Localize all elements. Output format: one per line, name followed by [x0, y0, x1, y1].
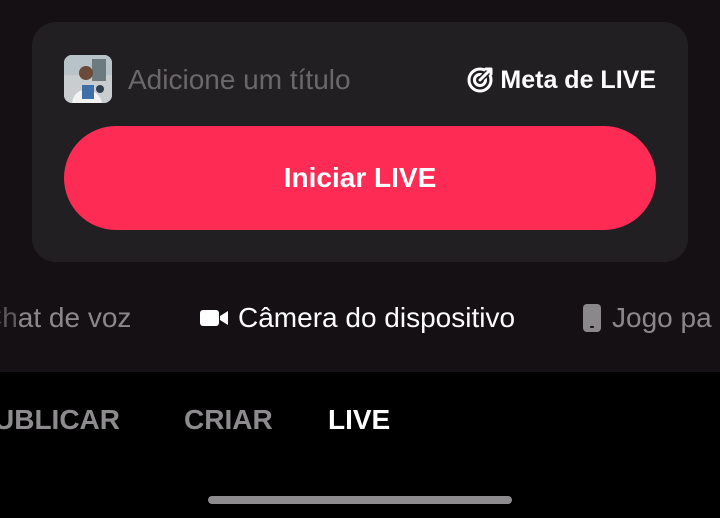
- mode-device-camera[interactable]: Câmera do dispositivo: [200, 290, 515, 346]
- start-live-label: Iniciar LIVE: [283, 162, 437, 193]
- start-live-button[interactable]: Iniciar LIVE: [64, 126, 656, 230]
- mode-device-camera-label: Câmera do dispositivo: [238, 302, 516, 333]
- tab-create[interactable]: CRIAR: [184, 400, 273, 440]
- mode-voice-chat[interactable]: Chat de voz: [0, 290, 131, 346]
- live-goal-button[interactable]: Meta de LIVE: [466, 62, 656, 98]
- tab-live[interactable]: LIVE: [328, 400, 390, 440]
- video-camera-icon: [200, 310, 228, 326]
- avatar[interactable]: [64, 55, 112, 103]
- tab-publish[interactable]: UBLICAR: [0, 400, 120, 440]
- mode-mobile-game[interactable]: Jogo pa: [582, 290, 712, 346]
- mode-mobile-game-label: Jogo pa: [612, 302, 712, 333]
- target-icon: [467, 67, 493, 93]
- bottom-tab-bar: UBLICAR CRIAR LIVE: [0, 372, 720, 518]
- live-mode-selector: Chat de voz Câmera do dispositivo Jogo p…: [0, 290, 720, 346]
- phone-icon: [583, 304, 601, 332]
- home-indicator[interactable]: [208, 496, 512, 504]
- live-setup-card: Meta de LIVE Iniciar LIVE: [32, 22, 688, 262]
- live-setup-area: Meta de LIVE Iniciar LIVE Chat de voz Câ…: [0, 0, 720, 372]
- avatar-image: [64, 55, 112, 103]
- mode-voice-chat-label: at de voz: [17, 302, 132, 333]
- mode-voice-chat-prefix: Ch: [0, 302, 18, 333]
- live-goal-label: Meta de LIVE: [500, 65, 656, 94]
- title-input[interactable]: [128, 62, 428, 98]
